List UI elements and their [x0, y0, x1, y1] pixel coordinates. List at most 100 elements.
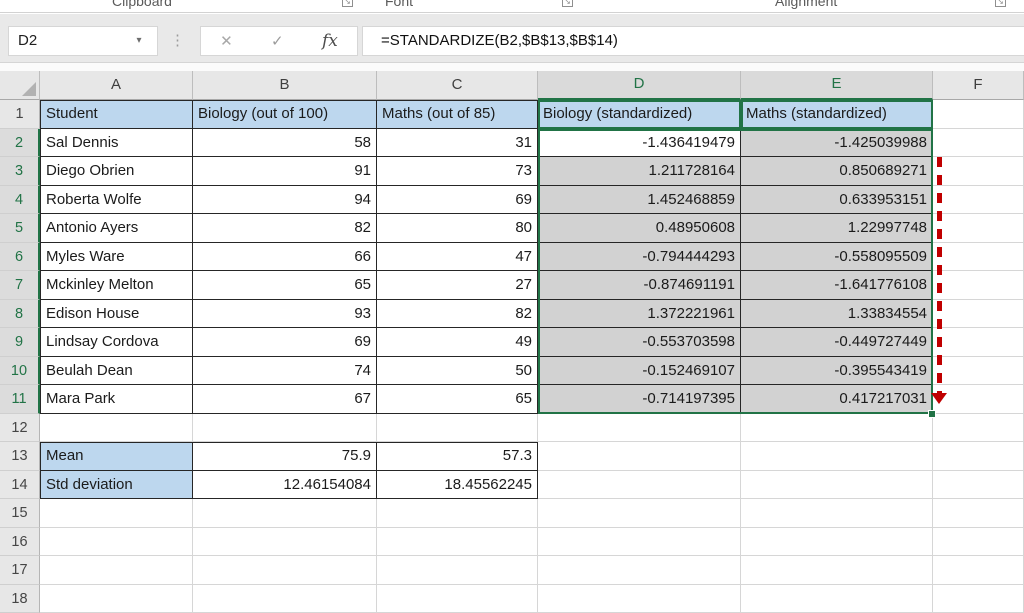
cell-E11[interactable]: 0.417217031: [741, 385, 933, 414]
row-header-18[interactable]: 18: [0, 585, 40, 613]
cell-B4[interactable]: 94: [193, 186, 377, 215]
cell-A3[interactable]: Diego Obrien: [40, 157, 193, 186]
cell-F5[interactable]: [933, 214, 1024, 243]
column-header-B[interactable]: B: [193, 71, 377, 100]
cell-E4[interactable]: 0.633953151: [741, 186, 933, 215]
cell-D17[interactable]: [538, 556, 741, 585]
cancel-button[interactable]: ✕: [220, 32, 233, 50]
cell-D8[interactable]: 1.372221961: [538, 300, 741, 329]
cell-C13[interactable]: 57.3: [377, 442, 538, 471]
cell-F7[interactable]: [933, 271, 1024, 300]
formula-input[interactable]: =STANDARDIZE(B2,$B$13,$B$14): [362, 26, 1024, 56]
enter-button[interactable]: ✓: [271, 32, 284, 50]
cell-C7[interactable]: 27: [377, 271, 538, 300]
cell-D7[interactable]: -0.874691191: [538, 271, 741, 300]
cell-D13[interactable]: [538, 442, 741, 471]
cell-D11[interactable]: -0.714197395: [538, 385, 741, 414]
cell-F17[interactable]: [933, 556, 1024, 585]
cell-A2[interactable]: Sal Dennis: [40, 129, 193, 158]
cell-E17[interactable]: [741, 556, 933, 585]
cell-C8[interactable]: 82: [377, 300, 538, 329]
row-header-6[interactable]: 6: [0, 243, 40, 272]
cell-F12[interactable]: [933, 414, 1024, 443]
cell-C10[interactable]: 50: [377, 357, 538, 386]
cell-E10[interactable]: -0.395543419: [741, 357, 933, 386]
column-header-D[interactable]: D: [538, 71, 741, 100]
cell-B13[interactable]: 75.9: [193, 442, 377, 471]
cell-D9[interactable]: -0.553703598: [538, 328, 741, 357]
font-dialog-launcher-icon[interactable]: ↘: [562, 0, 573, 7]
cell-D1[interactable]: Biology (standardized): [538, 100, 741, 129]
column-header-C[interactable]: C: [377, 71, 538, 100]
cell-E15[interactable]: [741, 499, 933, 528]
cell-E2[interactable]: -1.425039988: [741, 129, 933, 158]
cell-B2[interactable]: 58: [193, 129, 377, 158]
column-header-A[interactable]: A: [40, 71, 193, 100]
cell-D2[interactable]: -1.436419479: [538, 129, 741, 158]
cell-F15[interactable]: [933, 499, 1024, 528]
select-all-corner[interactable]: [0, 71, 40, 100]
row-header-5[interactable]: 5: [0, 214, 40, 243]
cell-A8[interactable]: Edison House: [40, 300, 193, 329]
formula-bar-resize-dots-icon[interactable]: ⋮: [170, 26, 184, 56]
cell-B1[interactable]: Biology (out of 100): [193, 100, 377, 129]
cell-A14[interactable]: Std deviation: [40, 471, 193, 500]
row-header-14[interactable]: 14: [0, 471, 40, 500]
column-header-E[interactable]: E: [741, 71, 933, 100]
cell-F2[interactable]: [933, 129, 1024, 158]
row-header-10[interactable]: 10: [0, 357, 40, 386]
cell-A10[interactable]: Beulah Dean: [40, 357, 193, 386]
row-header-16[interactable]: 16: [0, 528, 40, 557]
row-header-9[interactable]: 9: [0, 328, 40, 357]
cell-D6[interactable]: -0.794444293: [538, 243, 741, 272]
cell-E14[interactable]: [741, 471, 933, 500]
cell-E16[interactable]: [741, 528, 933, 557]
cell-C15[interactable]: [377, 499, 538, 528]
cell-B17[interactable]: [193, 556, 377, 585]
cell-D14[interactable]: [538, 471, 741, 500]
name-box-dropdown-icon[interactable]: ▾: [129, 27, 149, 55]
row-header-15[interactable]: 15: [0, 499, 40, 528]
cell-B9[interactable]: 69: [193, 328, 377, 357]
row-header-13[interactable]: 13: [0, 442, 40, 471]
cell-A11[interactable]: Mara Park: [40, 385, 193, 414]
cell-C17[interactable]: [377, 556, 538, 585]
row-header-3[interactable]: 3: [0, 157, 40, 186]
cell-B7[interactable]: 65: [193, 271, 377, 300]
cell-D12[interactable]: [538, 414, 741, 443]
cell-D10[interactable]: -0.152469107: [538, 357, 741, 386]
cell-A4[interactable]: Roberta Wolfe: [40, 186, 193, 215]
row-header-4[interactable]: 4: [0, 186, 40, 215]
cell-B14[interactable]: 12.46154084: [193, 471, 377, 500]
cell-C2[interactable]: 31: [377, 129, 538, 158]
cell-A1[interactable]: Student: [40, 100, 193, 129]
cell-C12[interactable]: [377, 414, 538, 443]
cell-C11[interactable]: 65: [377, 385, 538, 414]
cell-D18[interactable]: [538, 585, 741, 613]
cell-B6[interactable]: 66: [193, 243, 377, 272]
cell-E7[interactable]: -1.641776108: [741, 271, 933, 300]
cell-A5[interactable]: Antonio Ayers: [40, 214, 193, 243]
cell-C5[interactable]: 80: [377, 214, 538, 243]
cell-F3[interactable]: [933, 157, 1024, 186]
fill-handle[interactable]: [928, 410, 936, 418]
cell-B8[interactable]: 93: [193, 300, 377, 329]
cell-D4[interactable]: 1.452468859: [538, 186, 741, 215]
cell-C14[interactable]: 18.45562245: [377, 471, 538, 500]
cell-E3[interactable]: 0.850689271: [741, 157, 933, 186]
cell-F16[interactable]: [933, 528, 1024, 557]
cell-C16[interactable]: [377, 528, 538, 557]
cell-A18[interactable]: [40, 585, 193, 613]
cell-F9[interactable]: [933, 328, 1024, 357]
cell-D15[interactable]: [538, 499, 741, 528]
row-header-7[interactable]: 7: [0, 271, 40, 300]
cell-B5[interactable]: 82: [193, 214, 377, 243]
cell-B16[interactable]: [193, 528, 377, 557]
row-header-1[interactable]: 1: [0, 100, 40, 129]
cell-E1[interactable]: Maths (standardized): [741, 100, 933, 129]
cell-D16[interactable]: [538, 528, 741, 557]
cell-E18[interactable]: [741, 585, 933, 613]
cell-E5[interactable]: 1.22997748: [741, 214, 933, 243]
cell-E9[interactable]: -0.449727449: [741, 328, 933, 357]
cell-C6[interactable]: 47: [377, 243, 538, 272]
